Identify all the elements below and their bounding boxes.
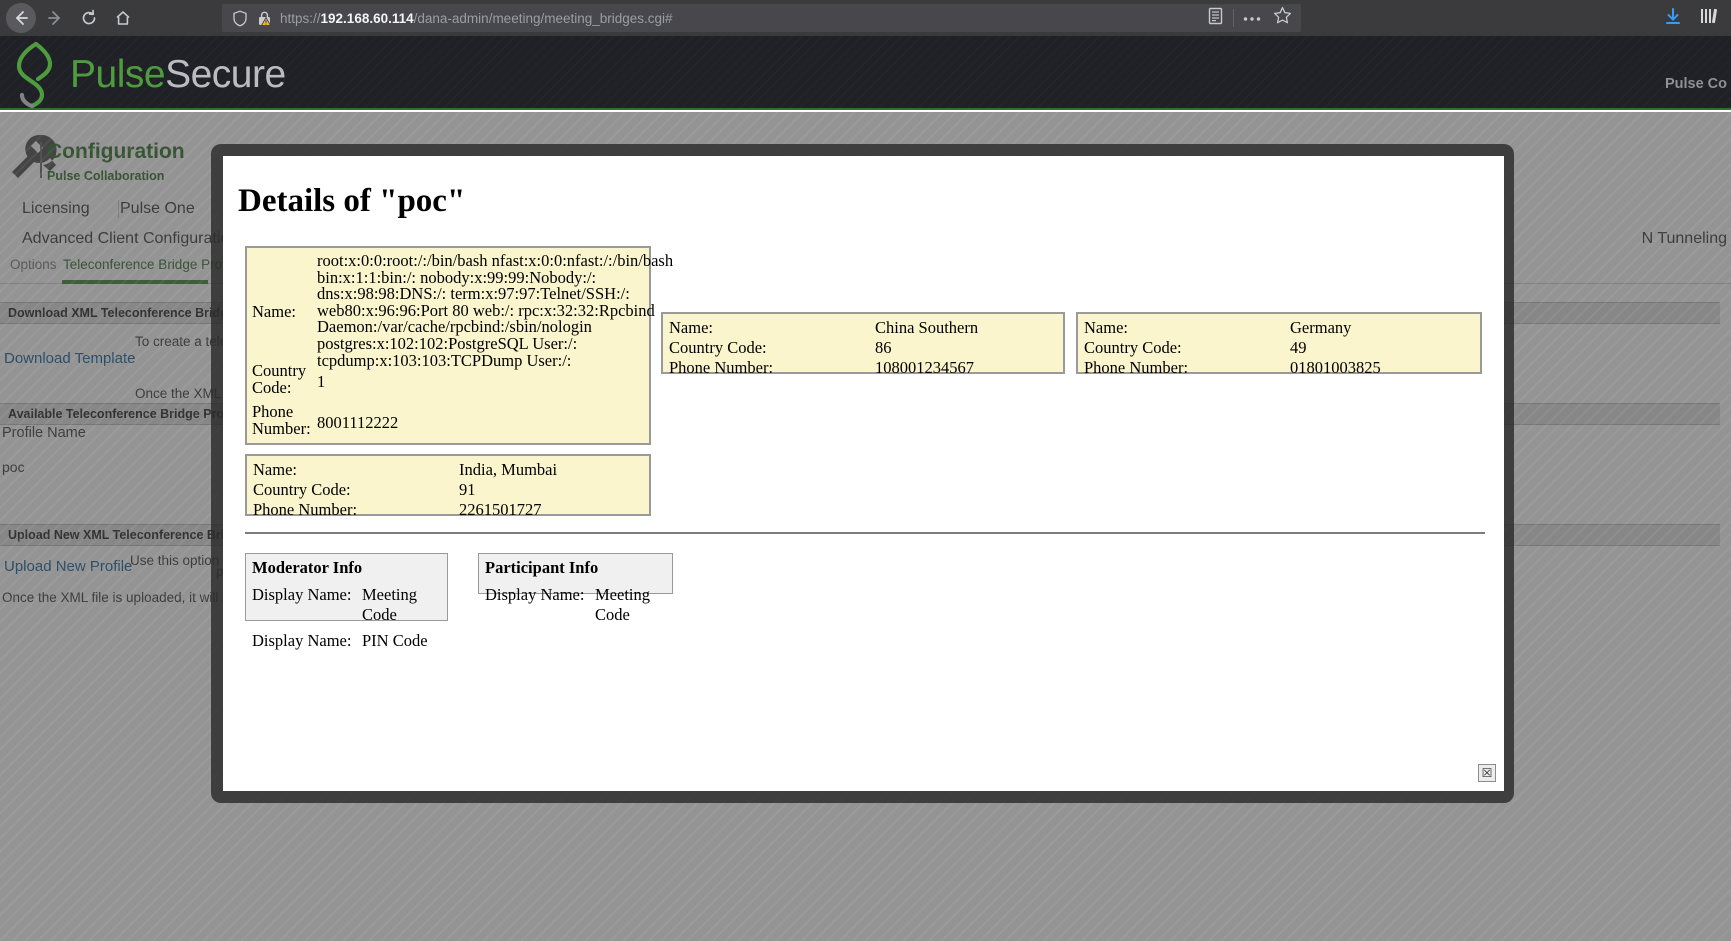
- reload-icon: [80, 9, 98, 27]
- bridge-2-phone-number-value: 108001234567: [875, 358, 974, 377]
- downloads-icon: [1663, 6, 1683, 31]
- moderator-row-1-value: Meeting Code: [362, 585, 417, 624]
- nav-item-wizards[interactable]: Wizards: [898, 106, 1000, 108]
- nav-item-authentication[interactable]: Authentication: [382, 106, 529, 108]
- brand-secure-text: Secure: [165, 53, 286, 96]
- participant-info-title: Participant Info: [485, 558, 599, 577]
- reload-button[interactable]: [72, 3, 106, 33]
- bridge-detail-box-2: Name: China Southern Country Code: 86 Ph…: [661, 312, 1065, 377]
- address-bar-actions: [1200, 4, 1297, 32]
- moderator-info-row-1: Display Name: Meeting Code: [246, 582, 447, 628]
- forward-button[interactable]: [38, 3, 72, 33]
- bridge-detail-box-3: Name: Germany Country Code: 49 Phone Num…: [1076, 312, 1482, 377]
- more-options-icon: [1242, 9, 1262, 27]
- main-nav: System Authentication Administrators Use…: [285, 106, 1000, 108]
- close-icon[interactable]: ☒: [1478, 764, 1496, 782]
- modal-title: Details of "poc": [238, 183, 466, 219]
- browser-right-actions: [1657, 3, 1725, 33]
- bridge-detail-box-1: Name: root:x:0:0:root:/:/bin/bash nfast:…: [245, 246, 673, 445]
- url-text: https://192.168.60.114/dana-admin/meetin…: [276, 11, 673, 26]
- pn-label-line2: Number:: [252, 418, 311, 438]
- moderator-info-row-2: Display Name: PIN Code: [246, 628, 447, 654]
- bridge-1-country-code-label: Country Code:: [252, 362, 314, 397]
- participant-info-row-1: Display Name: Meeting Code: [479, 582, 672, 628]
- downloads-button[interactable]: [1657, 3, 1689, 33]
- insecure-warning-icon[interactable]: [252, 10, 276, 27]
- home-button[interactable]: [106, 3, 140, 33]
- header-context-label: Pulse Co: [1664, 76, 1727, 92]
- app-header: PulseSecure System Authentication Admini…: [0, 36, 1731, 110]
- bridge-2-country-code-value: 86: [875, 338, 892, 357]
- bridge-2-phone-number-label: Phone Number:: [669, 358, 774, 377]
- nav-item-maintenance[interactable]: Maintenance: [761, 106, 897, 108]
- bridge-4-country-code-value: 91: [459, 480, 476, 499]
- bridge-4-country-code-label: Country Code:: [253, 480, 351, 499]
- home-icon: [114, 9, 132, 27]
- bridge-2-name-value: China Southern: [875, 318, 979, 337]
- participant-info-box: Participant Info Display Name: Meeting C…: [478, 553, 673, 624]
- bridge-1-name-label: Name:: [252, 302, 296, 321]
- brand-wordmark: PulseSecure: [70, 53, 286, 97]
- bridge-1-phone-number-label: Phone Number:: [252, 403, 314, 438]
- bridge-2-country-code-label: Country Code:: [669, 338, 767, 357]
- brand-pulse-text: Pulse: [70, 53, 166, 96]
- reader-view-button[interactable]: [1200, 4, 1230, 32]
- more-options-button[interactable]: [1237, 4, 1267, 32]
- shield-icon[interactable]: [228, 10, 252, 27]
- bridge-3-phone-number-label: Phone Number:: [1084, 358, 1189, 377]
- brand-logo[interactable]: PulseSecure: [6, 41, 286, 108]
- forward-arrow-icon: [46, 9, 64, 27]
- participant-row-1-label: Display Name:: [485, 585, 585, 604]
- pulse-secure-logo-icon: [6, 41, 68, 108]
- moderator-info-title: Moderator Info: [252, 558, 363, 577]
- bridge-4-phone-number-value: 2261501727: [459, 500, 542, 519]
- url-path: /dana-admin/meeting/meeting_bridges.cgi#: [413, 10, 673, 26]
- bridge-3-phone-number-value: 01801003825: [1290, 358, 1381, 377]
- moderator-row-2-label: Display Name:: [252, 631, 352, 650]
- bridge-2-name-label: Name:: [669, 318, 713, 337]
- bridge-4-name-value: India, Mumbai: [459, 460, 558, 479]
- modal-divider: [245, 532, 1485, 534]
- nav-item-system[interactable]: System: [285, 106, 382, 108]
- bridge-4-phone-number-label: Phone Number:: [253, 500, 358, 519]
- moderator-info-box: Moderator Info Display Name: Meeting Cod…: [245, 553, 448, 650]
- bridge-1-phone-number-value: 8001112222: [317, 413, 399, 432]
- bridge-3-country-code-label: Country Code:: [1084, 338, 1182, 357]
- participant-row-1-value: Meeting Code: [595, 585, 650, 624]
- star-bookmark-icon: [1273, 6, 1292, 30]
- url-scheme: https://: [280, 10, 321, 26]
- details-modal: Details of "poc" Name: root:x:0:0:root:/…: [223, 156, 1504, 791]
- moderator-row-1-label: Display Name:: [252, 585, 352, 604]
- back-button[interactable]: [6, 3, 36, 33]
- browser-toolbar: https://192.168.60.114/dana-admin/meetin…: [0, 0, 1731, 36]
- cc-label-line2: Code:: [252, 377, 292, 397]
- bookmark-button[interactable]: [1267, 4, 1297, 32]
- bridge-detail-box-4: Name: India, Mumbai Country Code: 91 Pho…: [245, 454, 651, 519]
- bridge-1-name-value: root:x:0:0:root:/:/bin/bash nfast:x:0:0:…: [317, 251, 674, 370]
- bridge-3-name-label: Name:: [1084, 318, 1128, 337]
- nav-item-administrators[interactable]: Administrators: [529, 106, 676, 108]
- bridge-3-name-value: Germany: [1290, 318, 1352, 337]
- address-bar[interactable]: https://192.168.60.114/dana-admin/meetin…: [222, 4, 1301, 32]
- bridge-3-country-code-value: 49: [1290, 338, 1307, 357]
- library-button[interactable]: [1693, 3, 1725, 33]
- nav-item-users[interactable]: Users: [676, 106, 761, 108]
- library-icon: [1700, 6, 1718, 31]
- reader-view-icon: [1207, 7, 1224, 30]
- toolbar-divider: [1233, 9, 1234, 27]
- browser-nav-buttons: [0, 3, 140, 33]
- bridge-4-name-label: Name:: [253, 460, 297, 479]
- back-arrow-icon: [12, 9, 30, 27]
- moderator-row-2-value: PIN Code: [362, 631, 428, 650]
- url-host: 192.168.60.114: [320, 10, 414, 26]
- bridge-1-country-code-value: 1: [317, 372, 326, 391]
